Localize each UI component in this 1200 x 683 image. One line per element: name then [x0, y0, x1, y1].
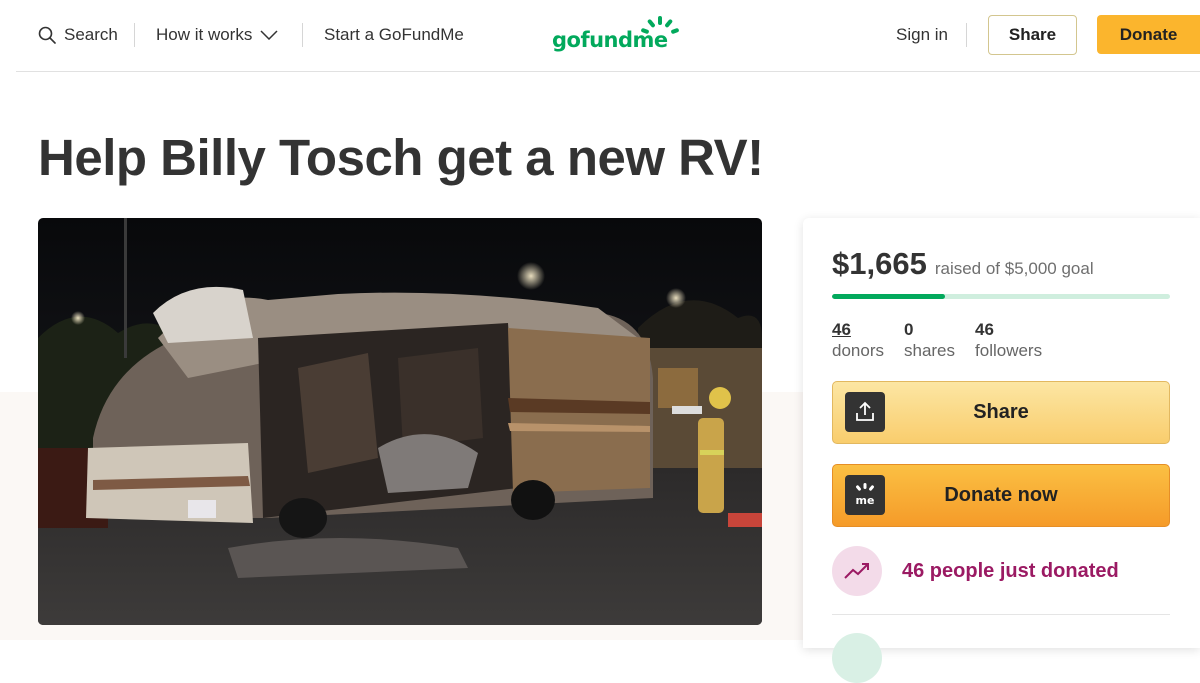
stat-label: shares: [903, 341, 956, 360]
stat-label: donors: [832, 341, 884, 360]
stat-followers: 46 followers: [975, 319, 1042, 361]
donation-card: $1,665 raised of $5,000 goal 46 donors 0…: [803, 218, 1200, 683]
search-button[interactable]: Search: [38, 22, 118, 48]
nav-divider: [302, 23, 303, 47]
share-button[interactable]: Share: [832, 381, 1170, 444]
share-button-label: Share: [973, 401, 1029, 423]
raised-amount: $1,665: [832, 246, 927, 281]
raised-goal-text: raised of $5,000 goal: [934, 259, 1094, 278]
stat-value: 46: [832, 320, 851, 339]
donate-now-label: Donate now: [944, 484, 1058, 506]
stat-value: 0: [903, 320, 914, 339]
gofundme-logo[interactable]: gofundme: [552, 14, 692, 58]
how-it-works-menu[interactable]: How it works: [156, 22, 278, 48]
amount-raised: $1,665 raised of $5,000 goal: [832, 246, 1094, 282]
header-divider: [16, 71, 1200, 72]
search-icon: [38, 26, 56, 44]
card-divider: [832, 614, 1170, 615]
chevron-down-icon: [260, 30, 278, 40]
stat-value: 46: [975, 320, 994, 339]
logo-wordmark: gofundme: [552, 28, 668, 52]
site-header: Search How it works Start a GoFundMe gof…: [0, 0, 1200, 72]
next-activity-icon: [832, 633, 882, 683]
nav-divider: [966, 23, 967, 47]
donate-now-button[interactable]: me Donate now: [832, 464, 1170, 527]
recent-donations[interactable]: 46 people just donated: [832, 546, 1119, 596]
progress-bar: [832, 294, 1170, 299]
header-share-button[interactable]: Share: [988, 15, 1077, 55]
header-donate-button[interactable]: Donate: [1097, 15, 1200, 54]
start-gofundme-link[interactable]: Start a GoFundMe: [324, 22, 464, 48]
search-label: Search: [64, 25, 118, 44]
nav-divider: [134, 23, 135, 47]
stat-shares: 0 shares: [904, 319, 955, 361]
progress-fill: [832, 294, 945, 299]
how-it-works-label: How it works: [156, 25, 253, 44]
stat-label: followers: [975, 341, 1043, 360]
campaign-stats: 46 donors 0 shares 46 followers: [832, 319, 1062, 361]
sign-in-link[interactable]: Sign in: [896, 22, 948, 48]
campaign-title: Help Billy Tosch get a new RV!: [38, 129, 764, 186]
campaign-hero-image[interactable]: [38, 218, 762, 625]
burned-rv-photo: [38, 218, 762, 625]
recent-donations-text: 46 people just donated: [902, 559, 1119, 582]
trending-up-icon: [832, 546, 882, 596]
stat-donors[interactable]: 46 donors: [832, 319, 884, 361]
